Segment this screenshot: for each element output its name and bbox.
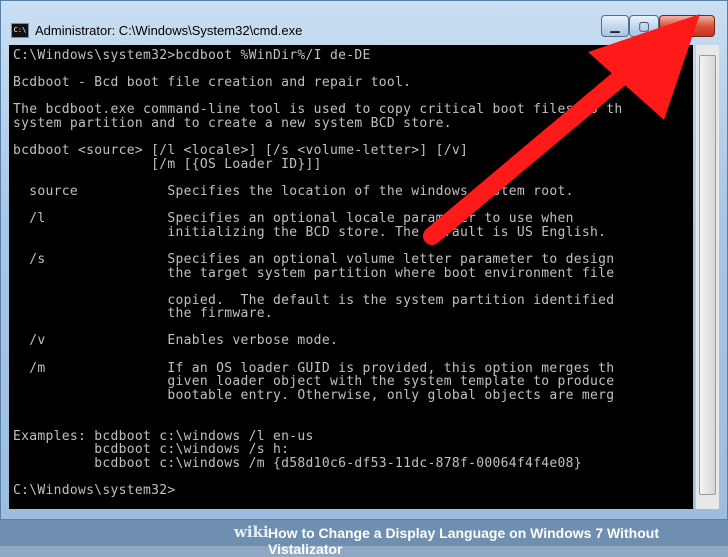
console-line: C:\Windows\system32> <box>13 483 176 498</box>
console-line: /v Enables verbose mode. <box>13 333 339 349</box>
console-line: [/m [{OS Loader ID}]] <box>13 156 322 172</box>
console-line: system partition and to create a new sys… <box>13 115 452 131</box>
scrollbar-thumb[interactable] <box>699 55 716 495</box>
console-line: bootable entry. Otherwise, only global o… <box>13 387 615 403</box>
console-line: the target system partition where boot e… <box>13 265 615 281</box>
close-button[interactable]: X <box>659 15 715 37</box>
caption-text: How to Change a Display Language on Wind… <box>268 525 659 557</box>
console-text[interactable]: C:\Windows\system32>bcdboot %WinDir%/I d… <box>9 45 693 498</box>
console-line: bcdboot <source> [/l <locale>] [/s <volu… <box>13 143 469 159</box>
window-title: Administrator: C:\Windows\System32\cmd.e… <box>35 23 303 38</box>
caption-bar: wiki How to Change a Display Language on… <box>0 520 728 557</box>
console-line: bcdboot c:\windows /m {d58d10c6-df53-11d… <box>13 455 582 471</box>
wiki-logo: wiki <box>234 523 269 541</box>
console-line: given loader object with the system temp… <box>13 374 615 390</box>
console-line: the firmware. <box>13 306 274 322</box>
console-line: bcdboot c:\windows /s h: <box>13 442 290 458</box>
console-line: initializing the BCD store. The default … <box>13 224 607 240</box>
console-line: copied. The default is the system partit… <box>13 292 615 308</box>
maximize-button[interactable]: ▢ <box>629 15 659 37</box>
console-line: C:\Windows\system32>bcdboot %WinDir%/I d… <box>13 48 371 63</box>
minimize-button[interactable]: ▁ <box>601 15 629 37</box>
cmd-window: C:\ Administrator: C:\Windows\System32\c… <box>0 0 728 520</box>
console-line: Bcdboot - Bcd boot file creation and rep… <box>13 75 412 91</box>
console-line: The bcdboot.exe command-line tool is use… <box>13 102 623 118</box>
console-output[interactable]: C:\Windows\system32>bcdboot %WinDir%/I d… <box>9 45 693 509</box>
console-line: /m If an OS loader GUID is provided, thi… <box>13 360 615 376</box>
cmd-icon[interactable]: C:\ <box>11 23 29 38</box>
title-bar[interactable]: C:\ Administrator: C:\Windows\System32\c… <box>1 1 727 45</box>
console-line: /l Specifies an optional locale paramete… <box>13 211 574 227</box>
vertical-scrollbar[interactable] <box>695 45 719 509</box>
console-line: Examples: bcdboot c:\windows /l en-us <box>13 428 314 444</box>
console-line: source Specifies the location of the win… <box>13 183 574 199</box>
console-line: /s Specifies an optional volume letter p… <box>13 251 615 267</box>
